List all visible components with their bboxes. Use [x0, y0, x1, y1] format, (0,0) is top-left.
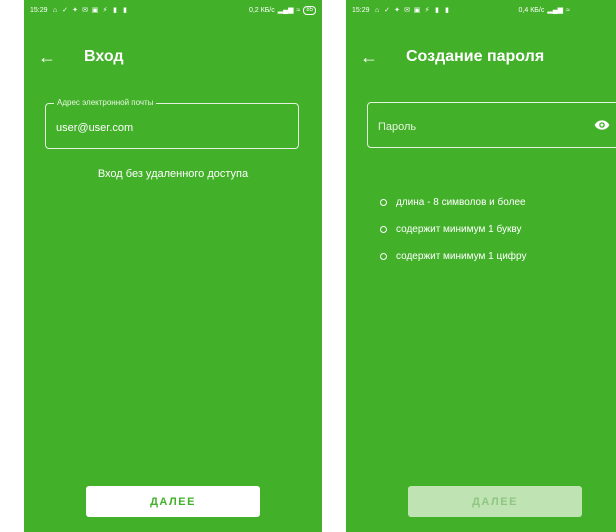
- back-arrow-icon[interactable]: ←: [38, 48, 56, 66]
- wifi-icon: ≈: [566, 6, 570, 14]
- password-rule-text: длина - 8 символов и более: [396, 197, 526, 208]
- trash-icon: ▮: [435, 6, 439, 14]
- image-icon: ▣: [91, 6, 99, 14]
- circle-bullet-icon: [380, 199, 387, 206]
- page-title: Вход: [84, 48, 124, 65]
- status-notification-icons: ⌂ ✓ ✦ ✉ ▣ ⚡ ▮ ▮: [374, 7, 451, 14]
- net-speed: 0,4 КБ/с: [518, 6, 545, 14]
- password-rule-text: содержит минимум 1 букву: [396, 224, 522, 235]
- trash-icon: ▮: [445, 6, 449, 14]
- password-placeholder: Пароль: [378, 121, 417, 133]
- login-without-remote-link[interactable]: Вход без удаленного доступа: [24, 168, 322, 180]
- password-rule: содержит минимум 1 цифру: [380, 250, 526, 264]
- password-rule-text: содержит минимум 1 цифру: [396, 251, 527, 262]
- app-bar: ← Создание пароля: [346, 40, 616, 76]
- circle-bullet-icon: [380, 226, 387, 233]
- net-speed: 0,2 КБ/с: [248, 6, 275, 14]
- password-rules-list: длина - 8 символов и более содержит мини…: [380, 196, 526, 277]
- bolt-icon: ⚡: [102, 6, 108, 14]
- status-bar: 15:29 ⌂ ✓ ✦ ✉ ▣ ⚡ ▮ ▮ 0,4 КБ/с ▂▄▆ ≈: [346, 0, 616, 20]
- bolt-icon: ⚡: [424, 6, 430, 14]
- email-field-value: user@user.com: [56, 122, 134, 134]
- create-password-screen: 15:29 ⌂ ✓ ✦ ✉ ▣ ⚡ ▮ ▮ 0,4 КБ/с ▂▄▆ ≈ ← С…: [346, 0, 616, 532]
- settings-icon: ✦: [394, 6, 400, 14]
- mail-icon: ✉: [82, 6, 88, 14]
- password-rule: длина - 8 символов и более: [380, 196, 526, 210]
- check-icon: ✓: [62, 6, 68, 14]
- settings-icon: ✦: [72, 6, 78, 14]
- status-time: 15:29: [352, 6, 370, 14]
- email-field[interactable]: Адрес электронной почты user@user.com: [45, 98, 299, 149]
- status-right-info: 0,4 КБ/с ▂▄▆ ≈: [518, 6, 570, 15]
- next-button-disabled[interactable]: ДАЛЕЕ: [408, 486, 582, 517]
- status-notification-icons: ⌂ ✓ ✦ ✉ ▣ ⚡ ▮ ▮: [52, 7, 129, 14]
- trash-icon: ▮: [113, 6, 117, 14]
- email-field-label: Адрес электронной почты: [54, 98, 157, 108]
- back-arrow-icon[interactable]: ←: [360, 48, 378, 66]
- page-title: Создание пароля: [406, 48, 545, 65]
- password-rule: содержит минимум 1 букву: [380, 223, 526, 237]
- check-icon: ✓: [384, 6, 390, 14]
- wifi-icon: ≈: [296, 6, 301, 14]
- status-bar: 15:29 ⌂ ✓ ✦ ✉ ▣ ⚡ ▮ ▮ 0,2 КБ/с ▂▄▆ ≈ 85: [24, 0, 322, 20]
- trash-icon: ▮: [123, 6, 127, 14]
- home-icon: ⌂: [374, 6, 380, 14]
- battery-icon: 85: [303, 5, 316, 15]
- signal-icon: ▂▄▆: [277, 7, 294, 14]
- status-right-info: 0,2 КБ/с ▂▄▆ ≈ 85: [248, 5, 316, 15]
- app-bar: ← Вход: [24, 40, 322, 76]
- status-time: 15:29: [30, 6, 48, 14]
- password-field[interactable]: Пароль: [367, 102, 616, 148]
- circle-bullet-icon: [380, 253, 387, 260]
- mail-icon: ✉: [404, 6, 410, 14]
- signal-icon: ▂▄▆: [547, 7, 564, 14]
- eye-icon[interactable]: [594, 118, 610, 132]
- login-screen: 15:29 ⌂ ✓ ✦ ✉ ▣ ⚡ ▮ ▮ 0,2 КБ/с ▂▄▆ ≈ 85 …: [24, 0, 322, 532]
- next-button[interactable]: ДАЛЕЕ: [86, 486, 260, 517]
- screenshot-canvas: 15:29 ⌂ ✓ ✦ ✉ ▣ ⚡ ▮ ▮ 0,2 КБ/с ▂▄▆ ≈ 85 …: [0, 0, 616, 532]
- home-icon: ⌂: [52, 6, 58, 14]
- image-icon: ▣: [413, 6, 421, 14]
